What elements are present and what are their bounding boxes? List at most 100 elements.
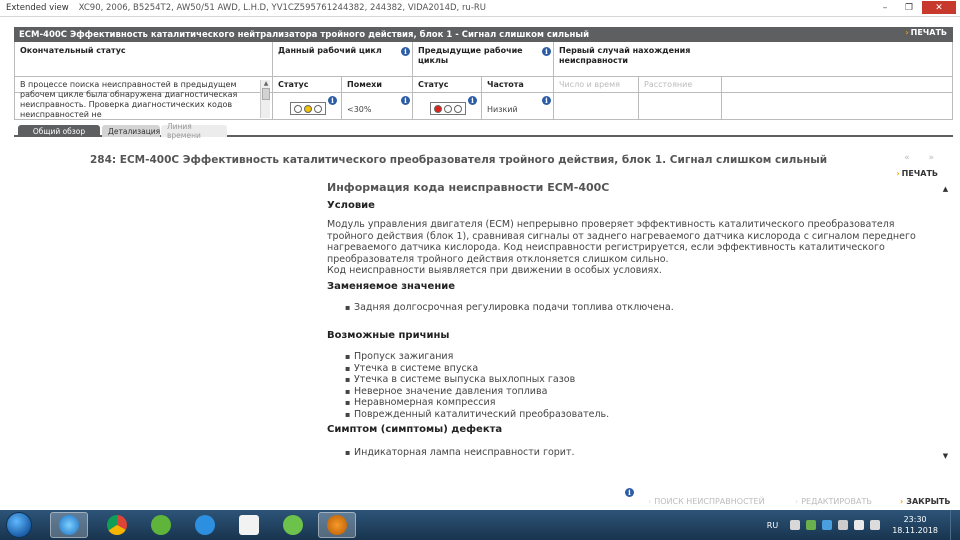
current-cycle-column: Данный рабочий цикл i Статус Помехи i i … (273, 42, 413, 120)
current-cycle-header: Данный рабочий цикл (278, 46, 382, 55)
tab-overview[interactable]: Общий обзор (18, 125, 100, 137)
edit-button[interactable]: › РЕДАКТИРОВАТЬ (795, 497, 872, 506)
close-window-button[interactable]: ✕ (922, 1, 956, 14)
dtc-header: ECM-400C Эффективность каталитического н… (14, 27, 953, 42)
info-icon[interactable]: i (542, 47, 551, 56)
content-scrollbar[interactable]: ▲ ▼ (941, 185, 950, 460)
taskbar-app[interactable] (230, 512, 268, 538)
print-button[interactable]: › ПЕЧАТЬ (896, 169, 938, 178)
substitute-title: Заменяемое значение (327, 280, 456, 292)
show-desktop-button[interactable] (950, 510, 960, 540)
divider (721, 76, 722, 120)
substitute-list: Задняя долгосрочная регулировка подачи т… (327, 302, 917, 314)
final-status-scrollbar[interactable]: ▲ (260, 80, 270, 118)
scroll-up-icon[interactable]: ▲ (261, 80, 271, 88)
list-item: Неверное значение давления топлива (345, 386, 917, 398)
chevron-right-icon: › (648, 497, 652, 506)
page-nav-arrows[interactable]: « » (904, 153, 942, 163)
window-title: Extended view (6, 3, 69, 13)
doc-title: Информация кода неисправности ECM-400C (327, 181, 610, 194)
tray-icon[interactable] (790, 520, 801, 530)
light-off (444, 104, 452, 113)
final-status-text: В процессе поиска неисправностей в преды… (20, 80, 238, 118)
list-item: Индикаторная лампа неисправности горит. (345, 447, 917, 459)
causes-list: Пропуск зажигания Утечка в системе впуск… (327, 351, 917, 420)
info-icon[interactable]: i (401, 96, 410, 105)
ie-icon (59, 515, 79, 535)
taskbar: RU 23:30 18.11.2018 (0, 510, 960, 540)
scroll-up-icon[interactable]: ▲ (941, 185, 950, 193)
start-button[interactable] (6, 512, 32, 538)
list-item: Поврежденный каталитический преобразоват… (345, 409, 917, 421)
list-item: Пропуск зажигания (345, 351, 917, 363)
tray-icon[interactable] (822, 520, 833, 530)
final-status-header: Окончательный статус (20, 46, 126, 55)
app-icon (239, 515, 259, 535)
troubleshoot-label: ПОИСК НЕИСПРАВНОСТЕЙ (654, 497, 765, 506)
tray-icon[interactable] (838, 520, 849, 530)
chevron-right-icon: › (905, 28, 909, 37)
window-titlebar: Extended view XC90, 2006, B5254T2, AW50/… (0, 0, 960, 17)
chrome-icon (107, 515, 127, 535)
volume-icon[interactable] (870, 520, 881, 530)
previous-status-label: Статус (418, 80, 449, 89)
close-button[interactable]: › ЗАКРЫТЬ (900, 497, 950, 506)
status-table: Окончательный статус В процессе поиска н… (14, 42, 953, 120)
current-status-label: Статус (278, 80, 309, 89)
maximize-button[interactable]: ❐ (898, 1, 920, 14)
light-off (314, 104, 322, 113)
info-icon[interactable]: i (542, 96, 551, 105)
list-item: Неравномерная компрессия (345, 397, 917, 409)
utorrent-icon (151, 515, 171, 535)
causes-title: Возможные причины (327, 329, 450, 341)
previous-cycles-column: Предыдущие рабочие циклы i Статус Частот… (413, 42, 554, 120)
divider (341, 76, 342, 120)
taskbar-utorrent[interactable] (142, 512, 180, 538)
list-item: Утечка в системе выпуска выхлопных газов (345, 374, 917, 386)
dtc-document: Информация кода неисправности ECM-400C У… (327, 182, 917, 458)
tray-icon[interactable] (806, 520, 817, 530)
view-tabs: Общий обзор Детализация Линия времени (14, 122, 953, 140)
frequency-label: Частота (487, 80, 524, 89)
system-tray: RU 23:30 18.11.2018 (767, 510, 960, 540)
print-button-header[interactable]: › ПЕЧАТЬ (905, 28, 947, 37)
taskbar-vida[interactable] (318, 512, 356, 538)
minimize-button[interactable]: – (874, 1, 896, 14)
language-indicator[interactable]: RU (767, 521, 778, 530)
light-off (454, 104, 462, 113)
info-icon[interactable]: i (328, 96, 337, 105)
scroll-thumb[interactable] (262, 88, 270, 100)
divider (481, 76, 482, 120)
network-icon[interactable] (854, 520, 865, 530)
tab-timeline[interactable]: Линия времени (161, 122, 227, 140)
chevron-right-icon: › (795, 497, 799, 506)
list-item: Утечка в системе впуска (345, 363, 917, 375)
troubleshoot-button[interactable]: › ПОИСК НЕИСПРАВНОСТЕЙ (648, 497, 765, 506)
previous-cycles-header: Предыдущие рабочие циклы (418, 46, 523, 65)
taskbar-chrome[interactable] (98, 512, 136, 538)
tab-details[interactable]: Детализация (102, 125, 160, 137)
symptom-list: Индикаторная лампа неисправности горит. (327, 447, 917, 459)
first-occurrence-column: Первый случай нахождения неисправности Ч… (554, 42, 952, 120)
condition-title: Условие (327, 199, 375, 211)
taskbar-icq[interactable] (274, 512, 312, 538)
close-label: ЗАКРЫТЬ (906, 497, 951, 506)
clock-time: 23:30 (903, 515, 927, 524)
clock[interactable]: 23:30 18.11.2018 (892, 514, 938, 536)
light-yellow (304, 104, 312, 113)
info-icon[interactable]: i (625, 488, 634, 497)
scroll-down-icon[interactable]: ▼ (941, 452, 950, 460)
info-icon[interactable]: i (401, 47, 410, 56)
vida-icon (327, 515, 347, 535)
taskbar-app[interactable] (186, 512, 224, 538)
edit-label: РЕДАКТИРОВАТЬ (801, 497, 872, 506)
vehicle-info: XC90, 2006, B5254T2, AW50/51 AWD, L.H.D,… (78, 3, 487, 13)
dtc-header-title: ECM-400C Эффективность каталитического н… (19, 29, 590, 40)
previous-status-light (430, 102, 466, 115)
noise-label: Помехи (347, 80, 382, 89)
first-occurrence-header: Первый случай нахождения неисправности (559, 46, 691, 65)
print-label: ПЕЧАТЬ (901, 169, 938, 178)
taskbar-ie[interactable] (50, 512, 88, 538)
light-red (434, 104, 442, 113)
info-icon[interactable]: i (468, 96, 477, 105)
